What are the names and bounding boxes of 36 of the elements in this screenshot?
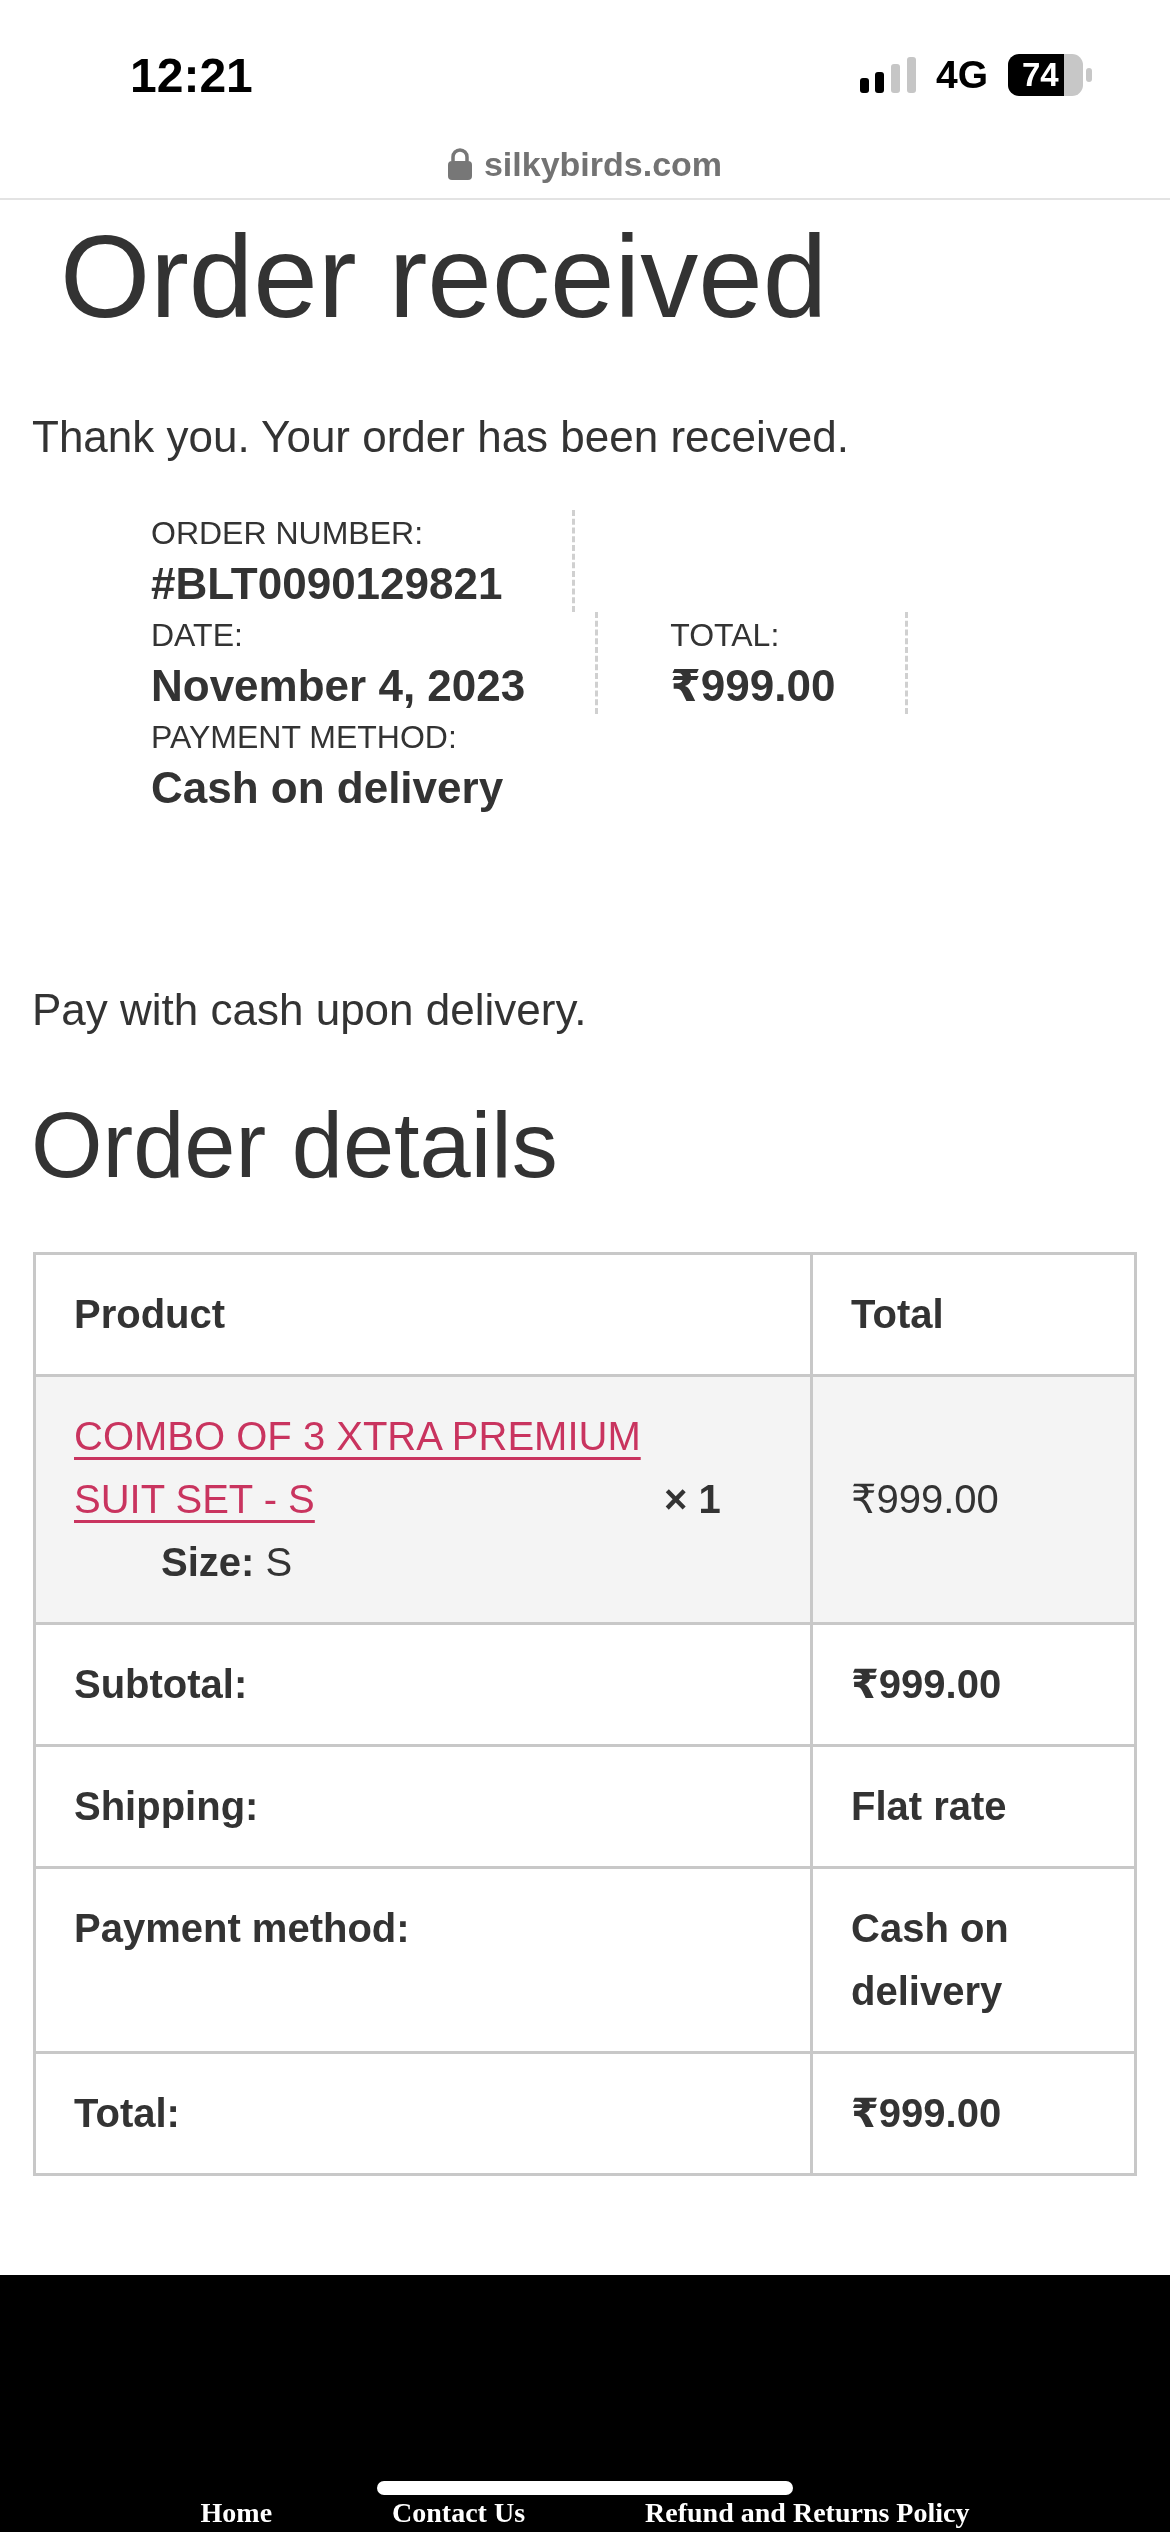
row-label: Shipping:: [34, 1745, 812, 1868]
table-cell: ₹999.00: [811, 1623, 1136, 1746]
footer-link[interactable]: Contact Us: [392, 2499, 526, 2527]
overview-value: November 4, 2023: [151, 660, 526, 712]
overview-value: ₹999.00: [670, 660, 836, 712]
table-cell: Flat rate: [811, 1745, 1136, 1868]
table-cell: ₹999.00: [811, 2052, 1136, 2175]
overview-label: ORDER NUMBER:: [151, 514, 423, 553]
payment-note: Pay with cash upon delivery.: [32, 984, 588, 1036]
thank-you-message: Thank you. Your order has been received.: [32, 411, 850, 463]
battery-percentage: 74: [1022, 56, 1059, 94]
overview-value: #BLT0090129821: [151, 558, 503, 610]
overview-value: Cash on delivery: [151, 762, 504, 814]
status-time: 12:21: [130, 47, 253, 103]
footer-link[interactable]: Refund and Returns Policy: [645, 2499, 970, 2527]
section-heading: Order details: [31, 1093, 559, 1198]
product-quantity: × 1: [664, 1477, 721, 1521]
row-label: Payment method:: [34, 1867, 812, 2053]
network-type: 4G: [935, 53, 988, 97]
overview-label: PAYMENT METHOD:: [151, 718, 457, 757]
table-cell: ₹999.00: [811, 1375, 1136, 1624]
signal-icon: [859, 57, 916, 93]
row-label: Total:: [34, 2052, 812, 2175]
product-link[interactable]: COMBO OF 3 XTRA PREMIUM SUIT SET - S: [74, 1405, 664, 1531]
lock-icon: [447, 148, 472, 180]
page-title: Order received: [59, 211, 829, 344]
table-cell: Cash on delivery: [811, 1867, 1136, 2053]
overview-label: TOTAL:: [670, 616, 780, 655]
footer-link[interactable]: Home: [200, 2499, 273, 2527]
overview-label: DATE:: [151, 616, 243, 655]
row-label: Subtotal:: [34, 1623, 812, 1746]
product-size: Size: S: [160, 1539, 294, 1586]
url-text: silkybirds.com: [483, 144, 723, 184]
address-bar[interactable]: silkybirds.com: [0, 130, 1170, 200]
battery-icon: [1008, 54, 1092, 96]
column-header: Product: [34, 1253, 812, 1376]
